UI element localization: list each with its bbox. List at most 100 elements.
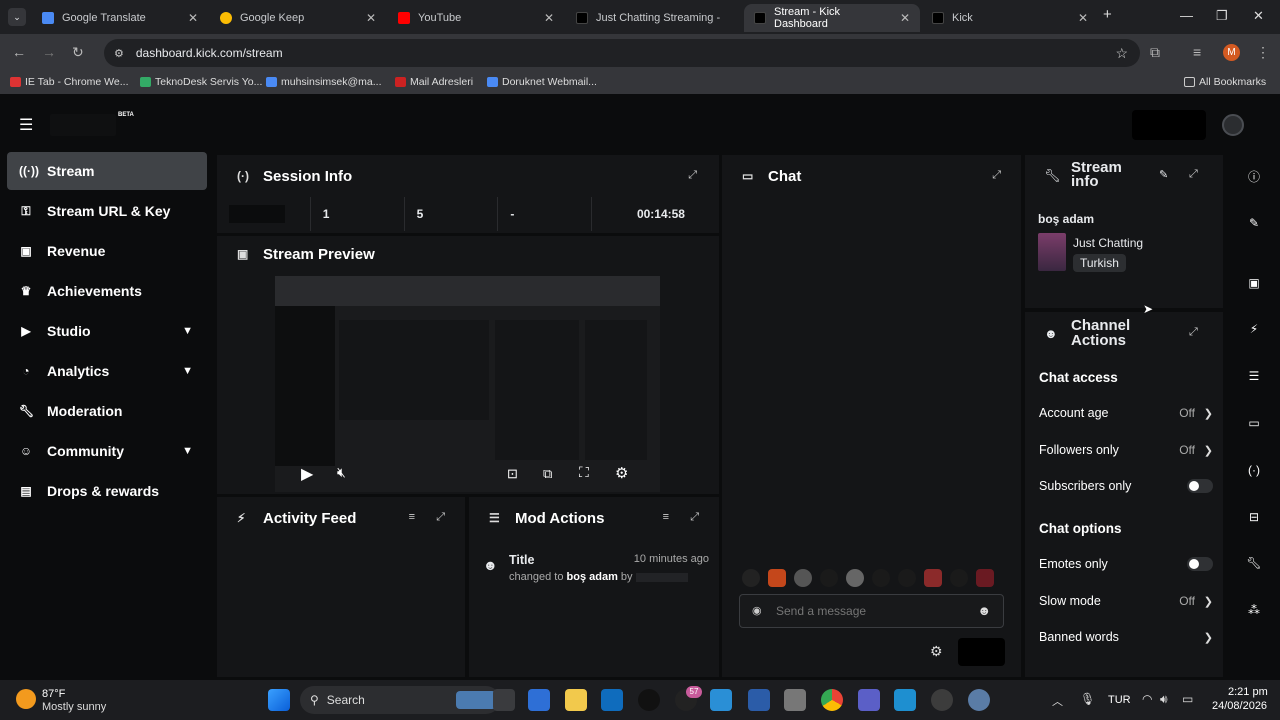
chat-message-input[interactable] — [776, 602, 966, 620]
close-icon[interactable]: ✕ — [366, 11, 376, 25]
bookmark-doruknet[interactable]: Doruknet Webmail... — [487, 76, 597, 88]
bookmark-mail-1[interactable]: muhsinsimsek@ma... — [266, 76, 382, 88]
app-icon[interactable] — [931, 689, 953, 711]
tab-kick-dashboard[interactable]: Stream - Kick Dashboard ✕ — [744, 4, 920, 32]
file-explorer-icon[interactable] — [565, 689, 587, 711]
chat-send-button[interactable] — [958, 638, 1005, 666]
sidebar-item-stream[interactable]: ((·)) Stream — [7, 152, 207, 190]
tab-search-icon[interactable]: ⌄ — [8, 8, 26, 26]
wifi-icon[interactable]: ◠ — [1142, 692, 1152, 706]
chat-input-box[interactable]: ◉ ☻ — [739, 594, 1004, 628]
volume-icon[interactable]: 🔊︎ — [1160, 692, 1168, 707]
popout-icon[interactable]: ⤢ — [992, 169, 1001, 182]
clock-time[interactable]: 2:21 pm — [1228, 686, 1268, 698]
close-icon[interactable]: ✕ — [900, 11, 910, 25]
close-icon[interactable]: ✕ — [544, 11, 554, 25]
info-icon[interactable]: ⓘ — [1245, 167, 1263, 185]
pip-icon[interactable]: ⧉ — [543, 466, 552, 482]
app-icon[interactable] — [748, 689, 770, 711]
app-icon[interactable] — [710, 689, 732, 711]
weather-widget[interactable]: 87°F Mostly sunny — [16, 687, 156, 715]
windows-start-icon[interactable] — [268, 689, 290, 711]
theater-icon[interactable]: ⊡ — [507, 466, 518, 482]
close-window-icon[interactable]: ✕ — [1253, 8, 1264, 24]
sidebar-item-community[interactable]: ☺ Community ▼ — [7, 432, 207, 470]
edit-icon[interactable]: ✎ — [1159, 168, 1168, 181]
user-avatar[interactable] — [1222, 114, 1244, 136]
sidebar-item-stream-url-key[interactable]: ⚿ Stream URL & Key — [7, 192, 207, 230]
maximize-icon[interactable]: ❐ — [1216, 8, 1228, 24]
chevron-down-icon[interactable]: ▼ — [182, 365, 193, 377]
mod-view-icon[interactable]: ⊟ — [1245, 508, 1263, 526]
taskbar-search[interactable]: ⚲ Search — [300, 686, 500, 714]
popout-icon[interactable]: ⤢ — [690, 511, 699, 524]
emote-icon[interactable] — [872, 569, 890, 587]
back-icon[interactable]: ← — [12, 44, 26, 60]
tray-overflow-icon[interactable]: ︿ — [1052, 693, 1063, 709]
tab-google-translate[interactable]: Google Translate ✕ — [32, 4, 208, 32]
site-info-icon[interactable]: ⚙ — [114, 47, 124, 60]
url-bar[interactable]: ⚙ dashboard.kick.com/stream ☆ — [104, 39, 1140, 67]
teams-icon[interactable] — [858, 689, 880, 711]
forward-icon[interactable]: → — [42, 44, 56, 60]
stream-video[interactable]: ▶ 🔇︎ ⊡ ⧉ ⛶ ⚙ — [275, 276, 660, 492]
bookmark-mail-adresleri[interactable]: Mail Adresleri — [395, 76, 473, 88]
menu-icon[interactable]: ⋮ — [1256, 44, 1270, 61]
reload-icon[interactable]: ↻ — [72, 44, 84, 61]
account-age-row[interactable]: Account age Off ❯ — [1039, 401, 1213, 425]
reading-list-icon[interactable]: ≡ — [1193, 44, 1201, 60]
outlook-icon[interactable] — [601, 689, 623, 711]
battery-icon[interactable]: ▭ — [1182, 692, 1193, 706]
sidebar-item-moderation[interactable]: 🔧︎ Moderation — [7, 392, 207, 430]
chevron-down-icon[interactable]: ▼ — [182, 325, 193, 337]
microphone-icon[interactable]: 🎙︎ — [1080, 692, 1095, 706]
emote-icon[interactable] — [976, 569, 994, 587]
sidebar-item-analytics[interactable]: ◔ Analytics ▼ — [7, 352, 207, 390]
play-icon[interactable]: ▶ — [301, 464, 313, 484]
tab-google-keep[interactable]: Google Keep ✕ — [210, 4, 386, 32]
kick-logo[interactable] — [50, 114, 116, 136]
emoji-icon[interactable]: ☻ — [977, 603, 991, 618]
new-tab-icon[interactable]: + — [1103, 6, 1112, 23]
followers-only-row[interactable]: Followers only Off ❯ — [1039, 438, 1213, 462]
mute-icon[interactable]: 🔇︎ — [337, 464, 346, 481]
emote-icon[interactable] — [898, 569, 916, 587]
share-icon[interactable]: ⁂ — [1245, 601, 1263, 619]
preview-icon[interactable]: ▣ — [1245, 274, 1263, 292]
list-icon[interactable]: ☰ — [1245, 367, 1263, 385]
app-icon[interactable] — [784, 689, 806, 711]
close-icon[interactable]: ✕ — [1078, 11, 1088, 25]
emotes-only-toggle[interactable] — [1187, 557, 1213, 571]
sidebar-item-drops-rewards[interactable]: ▤ Drops & rewards — [7, 472, 207, 510]
chat-icon[interactable]: ▭ — [1245, 414, 1263, 432]
bookmark-teknodesk[interactable]: TeknoDesk Servis Yo... — [140, 76, 262, 88]
emote-icon[interactable] — [742, 569, 760, 587]
broadcast-icon[interactable]: (·) — [1245, 461, 1263, 479]
all-bookmarks[interactable]: All Bookmarks — [1184, 76, 1266, 88]
extensions-icon[interactable]: ⧉ — [1150, 44, 1160, 61]
store-icon[interactable] — [528, 689, 550, 711]
profile-avatar[interactable]: M — [1223, 44, 1240, 61]
subscribers-only-toggle[interactable] — [1187, 479, 1213, 493]
popout-icon[interactable]: ⤢ — [688, 169, 697, 182]
bookmark-ie-tab[interactable]: IE Tab - Chrome We... — [10, 76, 128, 88]
minimize-icon[interactable]: — — [1180, 8, 1193, 23]
category-thumbnail[interactable] — [1038, 233, 1066, 271]
sidebar-item-revenue[interactable]: ▣ Revenue — [7, 232, 207, 270]
sidebar-item-studio[interactable]: ▶ Studio ▼ — [7, 312, 207, 350]
emote-icon[interactable] — [820, 569, 838, 587]
banned-words-row[interactable]: Banned words ❯ — [1039, 625, 1213, 649]
category-name[interactable]: Just Chatting — [1073, 236, 1143, 250]
settings-icon[interactable]: ⚙ — [615, 464, 628, 482]
slow-mode-row[interactable]: Slow mode Off ❯ — [1039, 589, 1213, 613]
filter-icon[interactable]: ≡ — [663, 511, 669, 523]
bookmark-star-icon[interactable]: ☆ — [1115, 45, 1128, 62]
language-indicator[interactable]: TUR — [1108, 694, 1131, 706]
wrench-icon[interactable]: 🔧︎ — [1245, 554, 1263, 572]
lightning-icon[interactable]: ⚡︎ — [1245, 320, 1263, 338]
emote-icon[interactable] — [950, 569, 968, 587]
popout-icon[interactable]: ⤢ — [1189, 326, 1198, 339]
edit-icon[interactable]: ✎ — [1245, 214, 1263, 232]
popout-icon[interactable]: ⤢ — [1189, 168, 1198, 181]
filter-icon[interactable]: ≡ — [409, 511, 415, 523]
